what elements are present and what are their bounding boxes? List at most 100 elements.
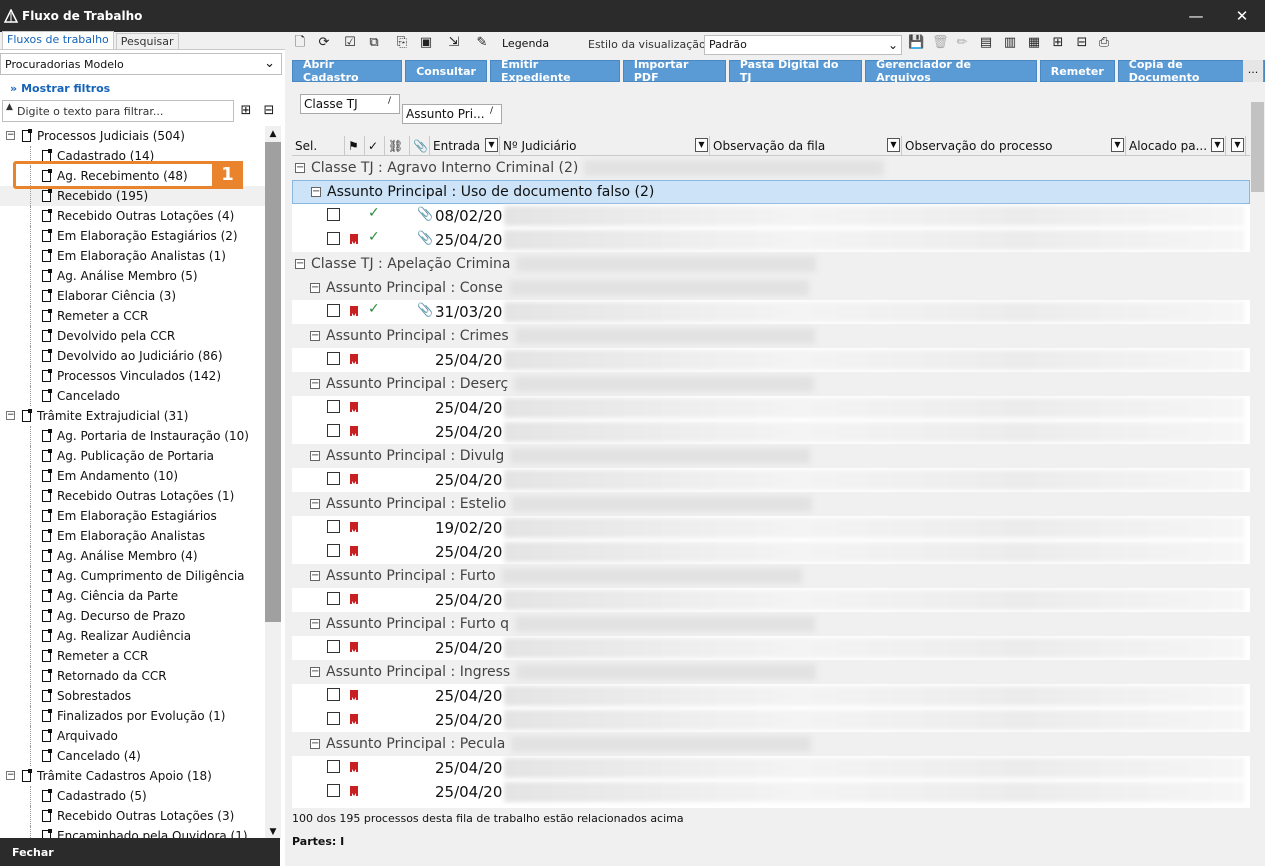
collapse-icon[interactable]: − — [310, 283, 320, 293]
tree-node[interactable]: Cancelado — [0, 386, 265, 406]
collapse-icon[interactable]: − — [6, 131, 15, 140]
col-entrada[interactable]: Entrada ▼ — [430, 136, 500, 155]
table-row[interactable]: 25/04/20 — [292, 708, 1250, 732]
row-checkbox[interactable] — [327, 640, 340, 653]
collapse-icon[interactable]: − — [310, 379, 320, 389]
tree-node[interactable]: Ag. Realizar Audiência — [0, 626, 265, 646]
legend-icon[interactable]: ✎ — [474, 35, 490, 51]
row-checkbox[interactable] — [327, 232, 340, 245]
collapse-icon[interactable]: − — [310, 571, 320, 581]
tree-node[interactable]: Ag. Cumprimento de Diligência — [0, 566, 265, 586]
tree-node[interactable]: − Trâmite Extrajudicial (31) — [0, 406, 265, 426]
export-icon[interactable]: ⇲ — [446, 35, 462, 51]
collapse-icon[interactable]: − — [310, 739, 320, 749]
dropdown-icon[interactable]: ▼ — [1111, 138, 1124, 152]
filter-input[interactable]: ▲ Digite o texto para filtrar... — [2, 100, 234, 122]
group-row-classe[interactable]: − Classe TJ : Apelação Crimina — [292, 252, 1250, 276]
collapse-icon[interactable]: − — [310, 667, 320, 677]
col-obs-fila[interactable]: Observação da fila ▼ — [710, 136, 902, 155]
row-checkbox[interactable] — [327, 592, 340, 605]
excel-icon[interactable]: ▤ — [978, 35, 994, 51]
col-alocado[interactable]: Alocado pa... ▼ — [1126, 136, 1226, 155]
save-view-icon[interactable]: 💾 — [908, 35, 924, 51]
tree-node[interactable]: − Trâmite Cadastros Apoio (18) — [0, 766, 265, 786]
table-row[interactable]: 25/04/20 — [292, 684, 1250, 708]
group-chip-classe[interactable]: Classe TJ / — [300, 94, 400, 114]
tree-scrollbar[interactable]: ▲ ▼ — [265, 126, 281, 840]
row-checkbox[interactable] — [327, 304, 340, 317]
tree-node[interactable]: Cancelado (4) — [0, 746, 265, 766]
group-chip-assunto[interactable]: Assunto Pri... / — [402, 104, 502, 124]
print-icon[interactable]: ⎙ — [1096, 35, 1112, 51]
tree-node[interactable]: Ag. Decurso de Prazo — [0, 606, 265, 626]
tree-node[interactable]: Em Andamento (10) — [0, 466, 265, 486]
dropdown-icon[interactable]: ▼ — [695, 138, 708, 152]
group-row-assunto[interactable]: − Assunto Principal : Deserç — [292, 372, 1250, 396]
group-row-assunto[interactable]: − Assunto Principal : Pecula — [292, 732, 1250, 756]
col-sel[interactable]: Sel. — [292, 136, 345, 155]
columns-icon[interactable]: ▦ — [1026, 35, 1042, 51]
tree-node[interactable]: − Processos Judiciais (504) — [0, 126, 265, 146]
col-numero[interactable]: Nº Judiciário ▼ — [500, 136, 710, 155]
tree-node[interactable]: Retornado da CCR — [0, 666, 265, 686]
tree-node[interactable]: Em Elaboração Estagiários — [0, 506, 265, 526]
collapse-icon[interactable]: − — [310, 619, 320, 629]
show-filters-link[interactable]: » Mostrar filtros — [10, 82, 110, 95]
group-row-assunto[interactable]: − Assunto Principal : Estelio — [292, 492, 1250, 516]
table-row[interactable]: ✓ 📎 08/02/20 — [292, 204, 1250, 228]
tree-node[interactable]: Remeter a CCR — [0, 306, 265, 326]
copy-icon[interactable]: ⧉ — [366, 35, 382, 51]
collapse-all-icon[interactable]: ⊟ — [1074, 35, 1090, 51]
dropdown-icon[interactable]: ▼ — [485, 138, 498, 152]
row-checkbox[interactable] — [327, 208, 340, 221]
legend-label[interactable]: Legenda — [502, 37, 549, 50]
minimize-button[interactable]: — — [1173, 0, 1219, 32]
tree-collapse-icon[interactable]: ⊟ — [261, 103, 277, 119]
paste-icon[interactable]: ⎘ — [394, 35, 410, 51]
scroll-up-icon[interactable]: ▲ — [265, 126, 281, 142]
tree-node[interactable]: Cadastrado (5) — [0, 786, 265, 806]
action-button[interactable]: Abrir Cadastro — [292, 58, 403, 84]
table-row[interactable]: 19/02/20 — [292, 516, 1250, 540]
action-button[interactable]: Pasta Digital do TJ — [728, 58, 863, 84]
tree-node[interactable]: Ag. Análise Membro (5) — [0, 266, 265, 286]
tree-node[interactable]: Ag. Publicação de Portaria — [0, 446, 265, 466]
row-checkbox[interactable] — [327, 784, 340, 797]
action-button[interactable]: Gerenciador de Arquivos — [865, 58, 1037, 84]
tree-scroll-thumb[interactable] — [265, 142, 281, 622]
table-row[interactable]: ✓ 📎 31/03/20 — [292, 300, 1250, 324]
grid-scroll-thumb[interactable] — [1251, 102, 1264, 192]
tree-node[interactable]: Recebido Outras Lotações (1) — [0, 486, 265, 506]
checkbox-list-icon[interactable]: ☑ — [342, 35, 358, 51]
tree-node[interactable]: Em Elaboração Analistas — [0, 526, 265, 546]
table-row[interactable]: 25/04/20 — [292, 348, 1250, 372]
row-checkbox[interactable] — [327, 520, 340, 533]
action-button[interactable]: Remeter — [1039, 60, 1115, 82]
tree-node[interactable]: Elaborar Ciência (3) — [0, 286, 265, 306]
col-extra[interactable]: ▼ — [1226, 136, 1246, 155]
row-checkbox[interactable] — [327, 688, 340, 701]
tree-node[interactable]: Em Elaboração Estagiários (2) — [0, 226, 265, 246]
tree-node[interactable]: Ag. Portaria de Instauração (10) — [0, 426, 265, 446]
tree-node[interactable]: Devolvido ao Judiciário (86) — [0, 346, 265, 366]
tree-node[interactable]: Processos Vinculados (142) — [0, 366, 265, 386]
collapse-icon[interactable]: − — [311, 187, 321, 197]
action-button[interactable]: Consultar — [405, 60, 487, 82]
table-row[interactable]: 25/04/20 — [292, 468, 1250, 492]
save-icon[interactable]: ▣ — [418, 35, 434, 51]
table-row[interactable]: 25/04/20 — [292, 756, 1250, 780]
col-link[interactable]: ⛓ — [385, 136, 410, 155]
tree-expand-icon[interactable]: ⊞ — [238, 103, 254, 119]
group-row-assunto[interactable]: − Assunto Principal : Ingress — [292, 660, 1250, 684]
row-checkbox[interactable] — [327, 400, 340, 413]
action-button[interactable]: Importar PDF — [622, 58, 726, 84]
row-checkbox[interactable] — [327, 424, 340, 437]
dropdown-icon[interactable]: ▼ — [887, 138, 900, 152]
row-checkbox[interactable] — [327, 352, 340, 365]
col-obs-processo[interactable]: Observação do processo ▼ — [902, 136, 1126, 155]
new-doc-icon[interactable]: 🗋 — [292, 35, 308, 51]
refresh-icon[interactable]: ⟳ — [316, 35, 332, 51]
collapse-icon[interactable]: − — [6, 771, 15, 780]
tree-node[interactable]: Ag. Ciência da Parte — [0, 586, 265, 606]
row-checkbox[interactable] — [327, 544, 340, 557]
